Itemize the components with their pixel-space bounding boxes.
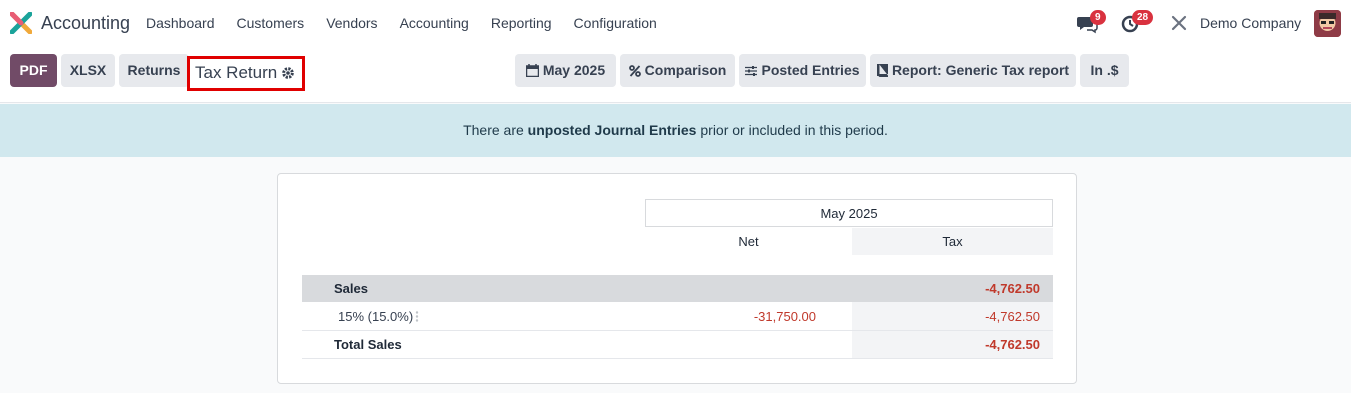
period-header: May 2025	[645, 199, 1053, 227]
posted-entries-button[interactable]: Posted Entries	[739, 54, 866, 87]
total-label: Total Sales	[334, 337, 402, 352]
messages-badge: 9	[1090, 10, 1106, 25]
company-switcher[interactable]: Demo Company	[1200, 15, 1301, 31]
tools-icon[interactable]	[1170, 14, 1188, 32]
percent-icon	[628, 65, 641, 77]
menu-item-vendors[interactable]: Vendors	[326, 15, 377, 31]
posted-entries-label: Posted Entries	[761, 62, 860, 78]
line-tax[interactable]: -4,762.50	[852, 302, 1040, 331]
book-icon	[876, 64, 888, 77]
returns-button[interactable]: Returns	[119, 54, 189, 87]
alert-suffix: prior or included in this period.	[696, 122, 888, 138]
menu-item-accounting[interactable]: Accounting	[400, 15, 469, 31]
total-tax: -4,762.50	[985, 337, 1040, 352]
avatar[interactable]	[1314, 10, 1341, 37]
pdf-button[interactable]: PDF	[10, 54, 57, 87]
app-name[interactable]: Accounting	[41, 13, 130, 34]
section-label: Sales	[334, 281, 368, 296]
comparison-label: Comparison	[644, 62, 727, 78]
tax-report-card: May 2025 Net Tax Sales -4,762.50 15% (15…	[277, 173, 1077, 384]
page-title: Tax Return	[195, 63, 278, 82]
table-row[interactable]: Total Sales -4,762.50	[302, 331, 1053, 359]
user-avatar-icon	[1314, 10, 1341, 37]
menu-item-customers[interactable]: Customers	[237, 15, 305, 31]
menu-item-reporting[interactable]: Reporting	[491, 15, 552, 31]
line-net[interactable]: -31,750.00	[718, 302, 816, 331]
calendar-icon	[525, 64, 540, 78]
alert-link[interactable]: unposted Journal Entries	[528, 122, 697, 138]
report-variant-button[interactable]: Report: Generic Tax report	[870, 54, 1076, 87]
sliders-icon	[745, 66, 758, 76]
line-label: 15% (15.0%)	[338, 309, 414, 324]
control-panel: PDF XLSX Returns Tax Return May 2025 Com…	[0, 46, 1351, 103]
activities-badge: 28	[1132, 10, 1154, 25]
period-filter-button[interactable]: May 2025	[515, 54, 616, 87]
tax-column-header: Tax	[852, 228, 1053, 255]
period-filter-label: May 2025	[542, 62, 606, 78]
accounting-app-icon[interactable]	[10, 12, 32, 34]
net-column-header: Net	[738, 234, 759, 249]
comparison-button[interactable]: Comparison	[620, 54, 735, 87]
unposted-entries-alert: There are unposted Journal Entries prior…	[0, 104, 1351, 157]
top-navbar: Accounting Dashboard Customers Vendors A…	[0, 0, 1351, 46]
currency-button[interactable]: In .$	[1080, 54, 1129, 87]
menu-item-dashboard[interactable]: Dashboard	[146, 15, 215, 31]
main-menu: Dashboard Customers Vendors Accounting R…	[146, 15, 679, 31]
xlsx-button[interactable]: XLSX	[61, 54, 115, 87]
gear-icon[interactable]	[281, 66, 295, 80]
report-variant-label: Report: Generic Tax report	[891, 62, 1070, 78]
report-title-box: Tax Return	[187, 56, 305, 91]
section-tax: -4,762.50	[985, 281, 1040, 296]
line-menu-icon[interactable]	[415, 311, 419, 322]
table-row[interactable]: 15% (15.0%) -31,750.00 -4,762.50	[302, 302, 1053, 331]
table-row[interactable]: Sales -4,762.50	[302, 275, 1053, 302]
alert-prefix: There are	[463, 122, 528, 138]
menu-item-configuration[interactable]: Configuration	[574, 15, 657, 31]
